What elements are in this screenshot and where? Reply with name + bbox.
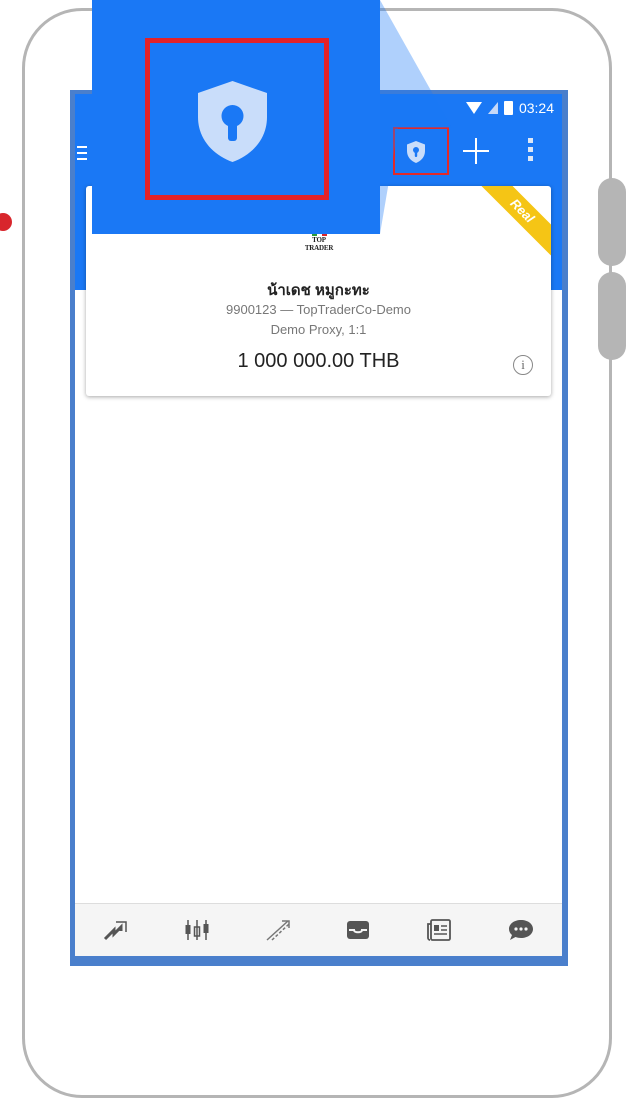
- trade-icon[interactable]: [263, 915, 293, 945]
- chat-icon[interactable]: [506, 915, 536, 945]
- wifi-icon: [465, 102, 482, 114]
- more-vert-icon[interactable]: [528, 138, 534, 165]
- menu-icon[interactable]: [77, 146, 87, 164]
- quotes-icon[interactable]: [101, 915, 131, 945]
- history-icon[interactable]: [344, 915, 374, 945]
- broker-logo-text: TOP TRADER: [304, 236, 334, 252]
- status-time: 03:24: [518, 100, 554, 116]
- no-signal-icon: [487, 102, 498, 114]
- info-icon[interactable]: i: [513, 355, 533, 375]
- callout-dot: [0, 213, 12, 231]
- news-icon[interactable]: [425, 915, 455, 945]
- battery-icon: [503, 101, 513, 115]
- chart-icon[interactable]: [182, 915, 212, 945]
- account-proxy-leverage: Demo Proxy, 1:1: [270, 322, 367, 337]
- shield-lock-icon-zoomed: [198, 81, 267, 162]
- bottom-navigation: [75, 903, 562, 956]
- shield-highlight-box: [393, 127, 449, 175]
- account-balance: 1 000 000.00 THB: [237, 350, 400, 372]
- status-bar: 03:24: [465, 100, 554, 116]
- ribbon-label: Real: [481, 186, 551, 256]
- plus-icon[interactable]: [463, 138, 489, 164]
- real-ribbon: Real: [481, 186, 551, 256]
- account-name: น้าเดช หมูกะทะ: [267, 282, 370, 299]
- volume-down-button: [598, 272, 626, 360]
- volume-up-button: [598, 178, 626, 266]
- account-number-server: 9900123 — TopTraderCo-Demo: [226, 302, 411, 317]
